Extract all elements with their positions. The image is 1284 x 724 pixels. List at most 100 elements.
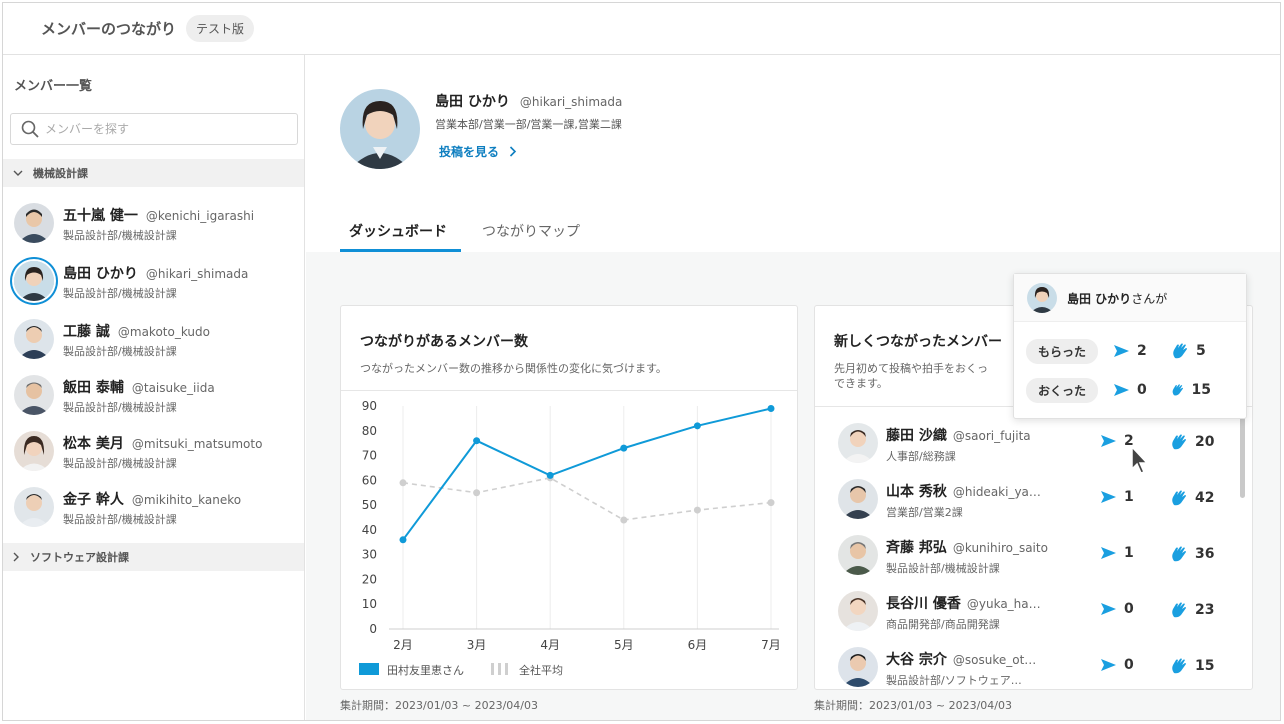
data-point	[546, 471, 554, 479]
connection-name: 斉藤 邦弘	[886, 540, 947, 556]
list-scrollbar[interactable]	[1240, 416, 1245, 498]
y-tick-label: 70	[362, 449, 377, 463]
sidebar-title: メンバー一覧	[14, 79, 93, 94]
member-name-row: 松本 美月 @mitsuki_matsumoto	[63, 433, 262, 453]
group-machine-design[interactable]: 機械設計課	[3, 159, 304, 187]
profile-name-row: 島田 ひかり @hikari_shimada	[435, 91, 622, 111]
clap-count: 15	[1170, 657, 1214, 675]
member-name-row: 飯田 泰輔 @taisuke_iida	[63, 377, 215, 397]
data-point	[693, 422, 701, 430]
clap-icon	[1172, 490, 1186, 506]
data-point	[620, 516, 628, 524]
top-bar: メンバーのつながり テスト版	[3, 3, 1280, 55]
received-claps-value: 5	[1196, 343, 1206, 359]
data-point	[767, 404, 775, 412]
connection-name-row: 山本 秀秋 @hideaki_ya…	[886, 481, 1041, 501]
y-tick-label: 30	[362, 548, 377, 562]
new-connection-row[interactable]: 藤田 沙織 @saori_fujita 人事部/総務課 2 20	[815, 416, 1252, 472]
tab-dashboard[interactable]: ダッシュボード	[349, 221, 447, 241]
connection-name: 長谷川 優香	[886, 596, 961, 612]
sent-row: おくった 0 15	[1026, 377, 1246, 403]
member-handle: @makoto_kudo	[117, 325, 210, 339]
avatar	[14, 261, 54, 301]
y-tick-label: 80	[362, 424, 377, 438]
send-icon	[1101, 491, 1116, 503]
member-dept: 製品設計部/機械設計課	[63, 513, 177, 526]
avatar	[838, 647, 878, 687]
sent-sent-value: 0	[1137, 382, 1147, 398]
send-icon	[1101, 547, 1116, 559]
clap-count-value: 23	[1195, 602, 1215, 618]
member-dept: 製品設計部/機械設計課	[63, 229, 177, 242]
member-handle: @hikari_shimada	[145, 267, 249, 281]
new-connection-row[interactable]: 斉藤 邦弘 @kunihiro_saito 製品設計部/機械設計課 1 36	[815, 528, 1252, 584]
clap-count-value: 42	[1195, 490, 1215, 506]
x-tick-label: 7月	[761, 638, 781, 652]
search-input[interactable]	[45, 122, 285, 136]
member-name-row: 五十嵐 健一 @kenichi_igarashi	[63, 205, 254, 225]
member-search[interactable]	[10, 113, 298, 145]
avatar	[838, 423, 878, 463]
avatar	[14, 375, 54, 415]
data-point	[399, 479, 407, 487]
y-tick-label: 60	[362, 473, 377, 487]
member-item[interactable]: 金子 幹人 @mikihito_kaneko 製品設計部/機械設計課	[3, 480, 304, 536]
connection-dept: 製品設計部/ソフトウェア…	[886, 674, 1022, 687]
sent-count: 0	[1100, 657, 1134, 673]
clap-count: 23	[1170, 601, 1214, 619]
card-subtitle: 先月初めて投稿や拍手をおくっ できます。	[834, 361, 988, 391]
profile-handle: @hikari_shimada	[519, 95, 623, 109]
connection-name-row: 藤田 沙織 @saori_fujita	[886, 425, 1031, 445]
data-point	[399, 536, 407, 544]
sent-count-value: 0	[1124, 601, 1134, 617]
data-point	[693, 506, 701, 514]
new-connection-row[interactable]: 長谷川 優香 @yuka_ha… 商品開発部/商品開発課 0 23	[815, 584, 1252, 640]
member-item[interactable]: 五十嵐 健一 @kenichi_igarashi 製品設計部/機械設計課	[3, 196, 304, 252]
x-tick-label: 6月	[688, 638, 708, 652]
profile-avatar	[340, 89, 420, 169]
clap-count-value: 36	[1195, 546, 1215, 562]
group-label: 機械設計課	[33, 167, 88, 180]
active-tab-indicator	[340, 249, 461, 252]
clap-icon	[1172, 546, 1186, 562]
mouse-cursor-icon	[1131, 446, 1149, 474]
received-sent: 2	[1113, 343, 1153, 359]
member-name: 島田 ひかり	[63, 266, 138, 282]
sent-count: 1	[1100, 545, 1134, 561]
member-item[interactable]: 飯田 泰輔 @taisuke_iida 製品設計部/機械設計課	[3, 368, 304, 424]
send-icon	[1101, 603, 1116, 615]
avatar	[14, 203, 54, 243]
profile-header: 島田 ひかり @hikari_shimada 営業本部/営業一部/営業一課,営業二…	[306, 55, 1280, 252]
sent-count-value: 1	[1124, 489, 1134, 505]
clap-icon	[1172, 602, 1186, 618]
group-software-design[interactable]: ソフトウェア設計課	[3, 543, 304, 571]
popover-title: 島田 ひかりさんが	[1067, 290, 1167, 307]
x-tick-label: 5月	[614, 638, 634, 652]
clap-icon	[1172, 434, 1186, 450]
y-tick-label: 50	[362, 498, 377, 512]
received-label: もらった	[1026, 338, 1098, 364]
connection-name: 山本 秀秋	[886, 484, 947, 500]
sent-label: おくった	[1026, 377, 1098, 403]
connections-chart-card: つながりがあるメンバー数 つながったメンバー数の推移から関係性の変化に気づけます…	[340, 305, 798, 690]
connection-dept: 営業部/営業2課	[886, 506, 963, 519]
connection-handle: @yuka_ha…	[966, 597, 1041, 611]
view-posts-link[interactable]: 投稿を見る	[439, 143, 517, 160]
member-name: 工藤 誠	[63, 324, 110, 340]
clap-count: 42	[1170, 489, 1214, 507]
interaction-popover: 島田 ひかりさんが もらった 2 5 おくった 0 15	[1013, 273, 1247, 419]
tab-connection-map[interactable]: つながりマップ	[482, 221, 580, 241]
data-point	[767, 499, 775, 507]
new-connection-row[interactable]: 山本 秀秋 @hideaki_ya… 営業部/営業2課 1 42	[815, 472, 1252, 528]
new-connection-row[interactable]: 大谷 宗介 @sosuke_ot… 製品設計部/ソフトウェア… 0 15	[815, 640, 1252, 689]
group-label: ソフトウェア設計課	[30, 551, 129, 564]
member-item[interactable]: 工藤 誠 @makoto_kudo 製品設計部/機械設計課	[3, 312, 304, 368]
connection-dept: 商品開発部/商品開発課	[886, 618, 1000, 631]
view-posts-label: 投稿を見る	[439, 145, 500, 159]
series-line	[402, 407, 772, 541]
member-item-selected[interactable]: 島田 ひかり @hikari_shimada 製品設計部/機械設計課	[3, 254, 304, 310]
series-line	[402, 477, 772, 521]
member-item[interactable]: 松本 美月 @mitsuki_matsumoto 製品設計部/機械設計課	[3, 424, 304, 480]
connection-name: 藤田 沙織	[886, 428, 947, 444]
x-tick-label: 2月	[393, 638, 413, 652]
